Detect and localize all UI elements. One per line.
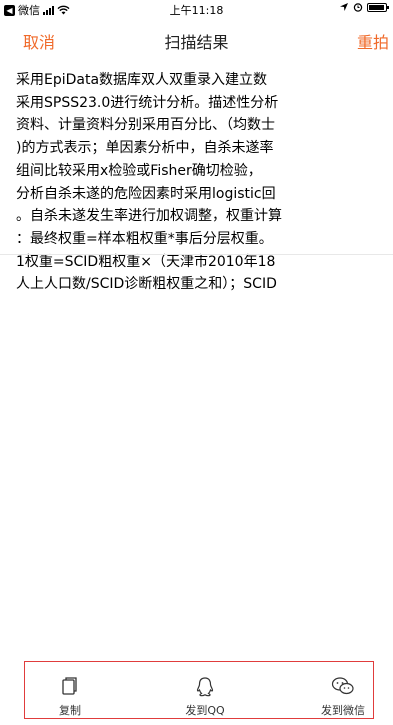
status-time: 上午11:18 <box>169 4 224 17</box>
copy-icon <box>62 677 77 695</box>
status-right <box>339 2 389 12</box>
nav-bar: 取消 扫描结果 重拍 <box>0 20 393 60</box>
action-toolbar: 复制 发到QQ 发到微信 <box>24 661 374 719</box>
divider <box>0 254 393 255</box>
text-line: 分析自杀未遂的危险因素时采用logistic回 <box>16 185 276 202</box>
qq-label: 发到QQ <box>185 704 225 717</box>
wechat-icon <box>331 677 354 695</box>
text-line: 。自杀未遂发生率进行加权调整，权重计算 <box>16 208 282 225</box>
retake-button[interactable]: 重拍 <box>357 29 389 53</box>
page-title: 扫描结果 <box>164 33 229 52</box>
alarm-icon <box>353 3 363 12</box>
wechat-label: 发到微信 <box>321 704 365 717</box>
copy-label: 复制 <box>59 704 81 717</box>
text-line: ：最终权重=样本粗权重*事后分层权重。 <box>16 230 273 247</box>
copy-button[interactable]: 复制 <box>25 662 115 718</box>
text-line: 采用SPSS23.0进行统计分析。描述性分析 <box>16 94 279 111</box>
text-line: 资料、计量资料分别采用百分比、（均数士 <box>16 117 275 134</box>
text-line: 人上人口数/SCID诊断粗权重之和）；SCID <box>16 276 277 293</box>
scan-result-text[interactable]: 采用EpiData数据库双人双重录入建立数 采用SPSS23.0进行统计分析。描… <box>16 69 376 296</box>
qq-icon <box>196 677 214 697</box>
send-to-wechat-button[interactable]: 发到微信 <box>298 662 388 718</box>
text-line: )的方式表示；单因素分析中，自杀未遂率 <box>16 140 274 157</box>
text-line: 采用EpiData数据库双人双重录入建立数 <box>16 72 268 88</box>
send-to-qq-button[interactable]: 发到QQ <box>160 662 250 718</box>
status-bar: ◀ 微信 上午11:18 <box>0 0 393 20</box>
text-line: 组间比较采用x检验或Fisher确切检验， <box>16 162 262 179</box>
location-icon <box>340 3 348 11</box>
battery-icon <box>367 2 389 12</box>
